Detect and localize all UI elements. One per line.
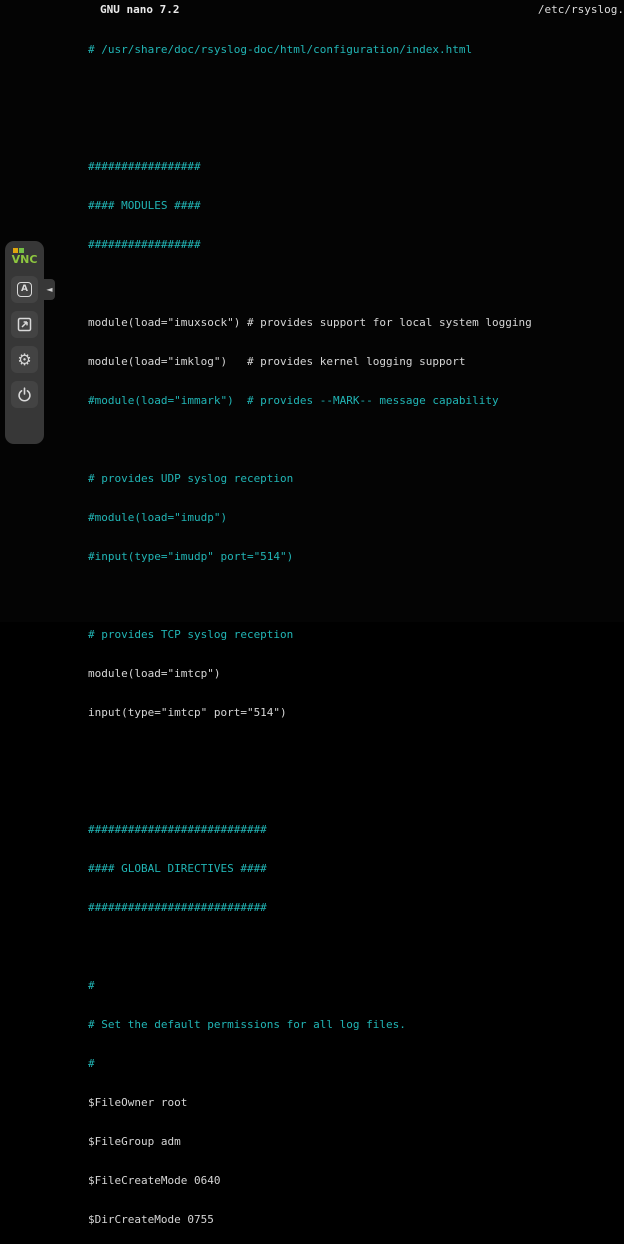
editor-line: ################# <box>88 160 624 173</box>
editor-line-text: #### GLOBAL DIRECTIVES #### <box>88 862 267 875</box>
editor-line-text: # /usr/share/doc/rsyslog-doc/html/config… <box>88 43 472 56</box>
editor-line-text: input(type="imtcp" port="514") <box>88 706 287 719</box>
editor-line-text: $FileCreateMode 0640 <box>88 1174 220 1187</box>
keyboard-key-icon: A <box>17 282 32 297</box>
novnc-control-bar: VNC A ⚙ <box>5 241 44 444</box>
power-icon <box>17 387 32 402</box>
editor-line: # provides UDP syslog reception <box>88 472 624 485</box>
editor-line-text: $DirCreateMode 0755 <box>88 1213 214 1226</box>
editor-line: #### GLOBAL DIRECTIVES #### <box>88 862 624 875</box>
editor-line: $FileGroup adm <box>88 1135 624 1148</box>
nano-app-title: GNU nano 7.2 <box>88 3 179 16</box>
collapse-arrow-icon: ◄ <box>46 285 52 294</box>
settings-button[interactable]: ⚙ <box>11 346 38 373</box>
editor-line: $DirCreateMode 0755 <box>88 1213 624 1226</box>
editor-line <box>88 277 624 290</box>
editor-line-text: ########################### <box>88 901 267 914</box>
nano-titlebar: GNU nano 7.2 /etc/rsyslog. <box>88 3 624 16</box>
editor-line: #module(load="imudp") <box>88 511 624 524</box>
editor-line-text: $FileOwner root <box>88 1096 187 1109</box>
novnc-logo: VNC <box>12 248 38 266</box>
editor-line-text: ################# <box>88 238 201 251</box>
editor-line-text: #module(load="immark") # provides --MARK… <box>88 394 499 407</box>
editor-line: #### MODULES #### <box>88 199 624 212</box>
editor-line-text: # provides UDP syslog reception <box>88 472 293 485</box>
editor-line: #input(type="imudp" port="514") <box>88 550 624 563</box>
control-bar-collapse-handle[interactable]: ◄ <box>44 279 55 300</box>
editor-line: ########################### <box>88 901 624 914</box>
editor-line-text: # provides TCP syslog reception <box>88 628 293 641</box>
gear-icon: ⚙ <box>17 352 31 368</box>
novnc-logo-text: VNC <box>12 254 38 266</box>
editor-line <box>88 745 624 758</box>
editor-line-text: ########################### <box>88 823 267 836</box>
editor-line <box>88 589 624 602</box>
editor-line-text: module(load="imklog") # provides kernel … <box>88 355 466 368</box>
nano-file-path: /etc/rsyslog. <box>538 3 624 16</box>
editor-line <box>88 121 624 134</box>
editor-line: ################# <box>88 238 624 251</box>
fullscreen-button[interactable] <box>11 311 38 338</box>
editor-line-text: #module(load="imudp") <box>88 511 227 524</box>
editor-line: $FileCreateMode 0640 <box>88 1174 624 1187</box>
editor-line: module(load="imklog") # provides kernel … <box>88 355 624 368</box>
editor-line: # <box>88 1057 624 1070</box>
editor-line <box>88 433 624 446</box>
editor-line: ########################### <box>88 823 624 836</box>
editor-line: input(type="imtcp" port="514") <box>88 706 624 719</box>
editor-line-text: $FileGroup adm <box>88 1135 181 1148</box>
power-button[interactable] <box>11 381 38 408</box>
editor-line: #module(load="immark") # provides --MARK… <box>88 394 624 407</box>
terminal-screen[interactable]: GNU nano 7.2 /etc/rsyslog. # /usr/share/… <box>0 0 624 622</box>
editor-line: # provides TCP syslog reception <box>88 628 624 641</box>
editor-line-text: # Set the default permissions for all lo… <box>88 1018 406 1031</box>
editor-line-text: module(load="imuxsock") # provides suppo… <box>88 316 532 329</box>
editor-line: module(load="imuxsock") # provides suppo… <box>88 316 624 329</box>
editor-line: $FileOwner root <box>88 1096 624 1109</box>
editor-line <box>88 82 624 95</box>
editor-line <box>88 784 624 797</box>
editor-line-text: # <box>88 1057 95 1070</box>
fullscreen-icon <box>17 317 32 332</box>
editor-line: # Set the default permissions for all lo… <box>88 1018 624 1031</box>
editor-line-text: module(load="imtcp") <box>88 667 220 680</box>
editor-line-text: #input(type="imudp" port="514") <box>88 550 293 563</box>
editor-content: # /usr/share/doc/rsyslog-doc/html/config… <box>88 17 624 1244</box>
editor-line-text: # <box>88 979 95 992</box>
editor-line-text: ################# <box>88 160 201 173</box>
editor-line: # <box>88 979 624 992</box>
editor-line: module(load="imtcp") <box>88 667 624 680</box>
keyboard-button[interactable]: A <box>11 276 38 303</box>
editor-line: # /usr/share/doc/rsyslog-doc/html/config… <box>88 43 624 56</box>
editor-line-text: #### MODULES #### <box>88 199 201 212</box>
editor-line <box>88 940 624 953</box>
